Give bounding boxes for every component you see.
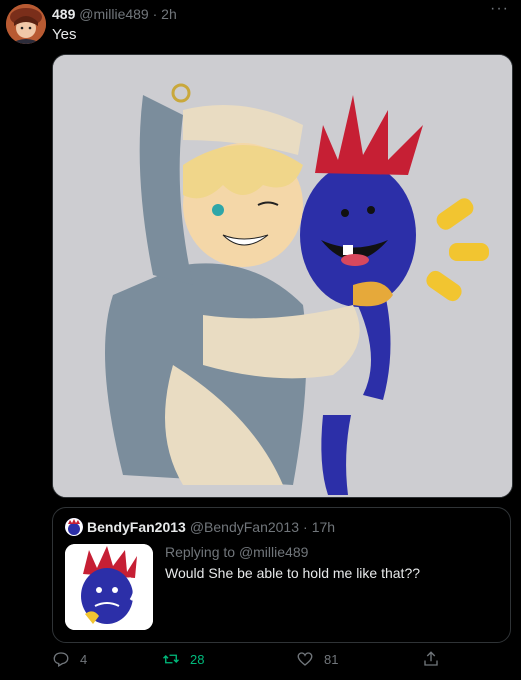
tweet-header: 489 @millie489 · 2h (52, 6, 177, 22)
separator-dot: · (152, 6, 158, 22)
quoted-tweet-timestamp[interactable]: 17h (312, 519, 335, 535)
author-handle[interactable]: @millie489 (79, 6, 148, 22)
quoted-tweet[interactable]: BendyFan2013 @BendyFan2013 · 17h Replyin… (52, 507, 511, 643)
quoted-media-thumbnail[interactable] (65, 544, 153, 630)
tweet-media-image[interactable] (52, 54, 513, 498)
share-button[interactable] (422, 650, 440, 668)
quoted-author-handle[interactable]: @BendyFan2013 (190, 519, 299, 535)
author-display-name[interactable]: 489 (52, 6, 75, 22)
like-count: 81 (324, 651, 339, 667)
illustration-image (53, 55, 512, 497)
more-horizontal-icon[interactable]: ··· (490, 0, 509, 18)
quoted-thumbnail-image (65, 544, 153, 630)
heart-icon (297, 652, 313, 666)
reply-icon (53, 652, 69, 667)
separator-dot: · (303, 519, 308, 535)
quoted-tweet-text: Would She be able to hold me like that?? (165, 565, 421, 581)
tweet-action-bar: 4 28 81 (52, 650, 482, 674)
quoted-author-display-name[interactable]: BendyFan2013 (87, 519, 186, 535)
retweet-icon (163, 654, 179, 664)
reply-count: 4 (80, 651, 88, 667)
tweet-timestamp[interactable]: 2h (161, 6, 177, 22)
like-button[interactable]: 81 (296, 650, 338, 668)
reply-button[interactable]: 4 (52, 650, 87, 668)
retweet-button[interactable]: 28 (162, 650, 204, 668)
author-avatar[interactable] (6, 4, 46, 44)
replying-to-prefix: Replying to (165, 544, 236, 560)
quoted-avatar-image (65, 518, 83, 536)
avatar-image (6, 4, 46, 44)
share-icon (424, 651, 438, 666)
quoted-author-avatar[interactable] (65, 518, 83, 536)
tweet-text: Yes (52, 26, 77, 43)
replying-to-mention[interactable]: @millie489 (239, 544, 308, 560)
replying-to-line: Replying to @millie489 (165, 544, 308, 560)
retweet-count: 28 (190, 651, 205, 667)
quoted-tweet-header: BendyFan2013 @BendyFan2013 · 17h (65, 518, 335, 536)
